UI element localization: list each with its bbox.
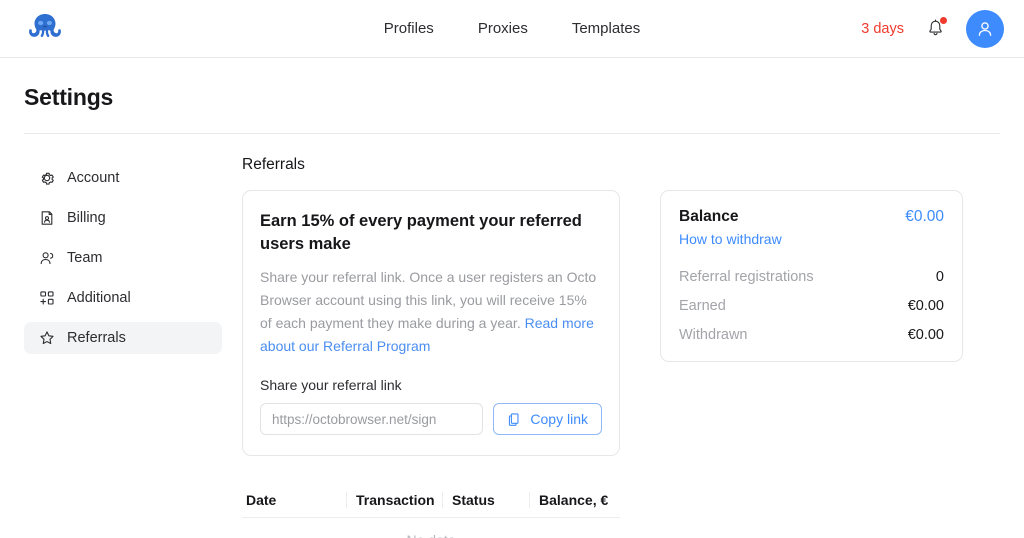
billing-icon xyxy=(38,210,55,227)
team-icon xyxy=(38,250,55,267)
sidebar-item-billing[interactable]: Billing xyxy=(24,202,222,234)
user-icon xyxy=(978,21,992,36)
notifications-button[interactable] xyxy=(924,16,947,41)
sidebar-item-label: Additional xyxy=(67,290,131,306)
referral-link-row: Copy link xyxy=(260,403,602,436)
stat-value: €0.00 xyxy=(907,327,944,343)
sidebar-item-team[interactable]: Team xyxy=(24,242,222,274)
referral-promo-card: Earn 15% of every payment your referred … xyxy=(242,190,620,457)
settings-sidebar: Account Billing Team Additional Referral… xyxy=(24,156,222,538)
top-navigation-bar: Profiles Proxies Templates 3 days xyxy=(0,0,1024,58)
balance-stat-row: Earned €0.00 xyxy=(679,298,944,314)
notification-badge-dot xyxy=(940,16,947,24)
star-icon xyxy=(38,330,55,347)
nav-link-templates[interactable]: Templates xyxy=(572,20,640,37)
referral-link-input[interactable] xyxy=(260,403,484,436)
stat-value: 0 xyxy=(935,269,944,285)
balance-card: Balance €0.00 How to withdraw Referral r… xyxy=(660,190,963,362)
stat-label: Referral registrations xyxy=(679,269,814,285)
sidebar-item-label: Billing xyxy=(67,210,106,226)
how-to-withdraw-link[interactable]: How to withdraw xyxy=(679,231,782,247)
settings-main-content: Referrals Earn 15% of every payment your… xyxy=(222,156,1000,538)
user-avatar[interactable] xyxy=(966,9,1004,48)
sidebar-item-label: Account xyxy=(67,170,120,186)
page-header: Settings xyxy=(0,58,1024,111)
sidebar-item-additional[interactable]: Additional xyxy=(24,282,222,314)
copy-link-button[interactable]: Copy link xyxy=(493,403,602,436)
section-title: Referrals xyxy=(242,156,305,173)
trial-days-left[interactable]: 3 days xyxy=(861,21,904,37)
main-nav: Profiles Proxies Templates xyxy=(384,20,640,37)
column-header-balance[interactable]: Balance, € xyxy=(529,492,620,509)
column-header-date[interactable]: Date xyxy=(242,492,346,508)
page-title: Settings xyxy=(24,84,114,110)
settings-body: Account Billing Team Additional Referral… xyxy=(0,134,1024,538)
grid-icon xyxy=(38,290,55,307)
stat-label: Withdrawn xyxy=(679,327,748,343)
balance-stat-row: Referral registrations 0 xyxy=(679,269,944,285)
top-bar-right-group: 3 days xyxy=(861,9,1004,48)
transactions-table: Date Transaction Status Balance, € No da… xyxy=(242,492,620,538)
sidebar-item-referrals[interactable]: Referrals xyxy=(24,322,222,354)
balance-header: Balance €0.00 xyxy=(679,208,944,226)
promo-title: Earn 15% of every payment your referred … xyxy=(260,212,582,254)
column-header-status[interactable]: Status xyxy=(442,492,529,509)
gear-icon xyxy=(38,170,55,187)
sidebar-item-account[interactable]: Account xyxy=(24,162,222,194)
stat-label: Earned xyxy=(679,298,726,314)
sidebar-item-label: Team xyxy=(67,250,103,266)
copy-icon xyxy=(509,413,519,426)
balance-label: Balance xyxy=(679,208,739,225)
nav-link-profiles[interactable]: Profiles xyxy=(384,20,434,37)
share-link-label: Share your referral link xyxy=(260,377,402,394)
column-header-transaction[interactable]: Transaction xyxy=(346,492,442,509)
balance-stats-list: Referral registrations 0 Earned €0.00 Wi… xyxy=(679,269,944,343)
balance-value: €0.00 xyxy=(905,208,944,225)
table-header-row: Date Transaction Status Balance, € xyxy=(242,492,620,519)
sidebar-item-label: Referrals xyxy=(67,330,126,346)
nav-link-proxies[interactable]: Proxies xyxy=(478,20,528,37)
table-empty-state: No data xyxy=(242,518,620,538)
promo-description: Share your referral link. Once a user re… xyxy=(260,266,602,358)
stat-value: €0.00 xyxy=(907,298,944,314)
balance-stat-row: Withdrawn €0.00 xyxy=(679,327,944,343)
octopus-logo[interactable] xyxy=(22,6,68,52)
cards-row: Earn 15% of every payment your referred … xyxy=(242,190,1000,457)
copy-link-label: Copy link xyxy=(530,411,588,428)
